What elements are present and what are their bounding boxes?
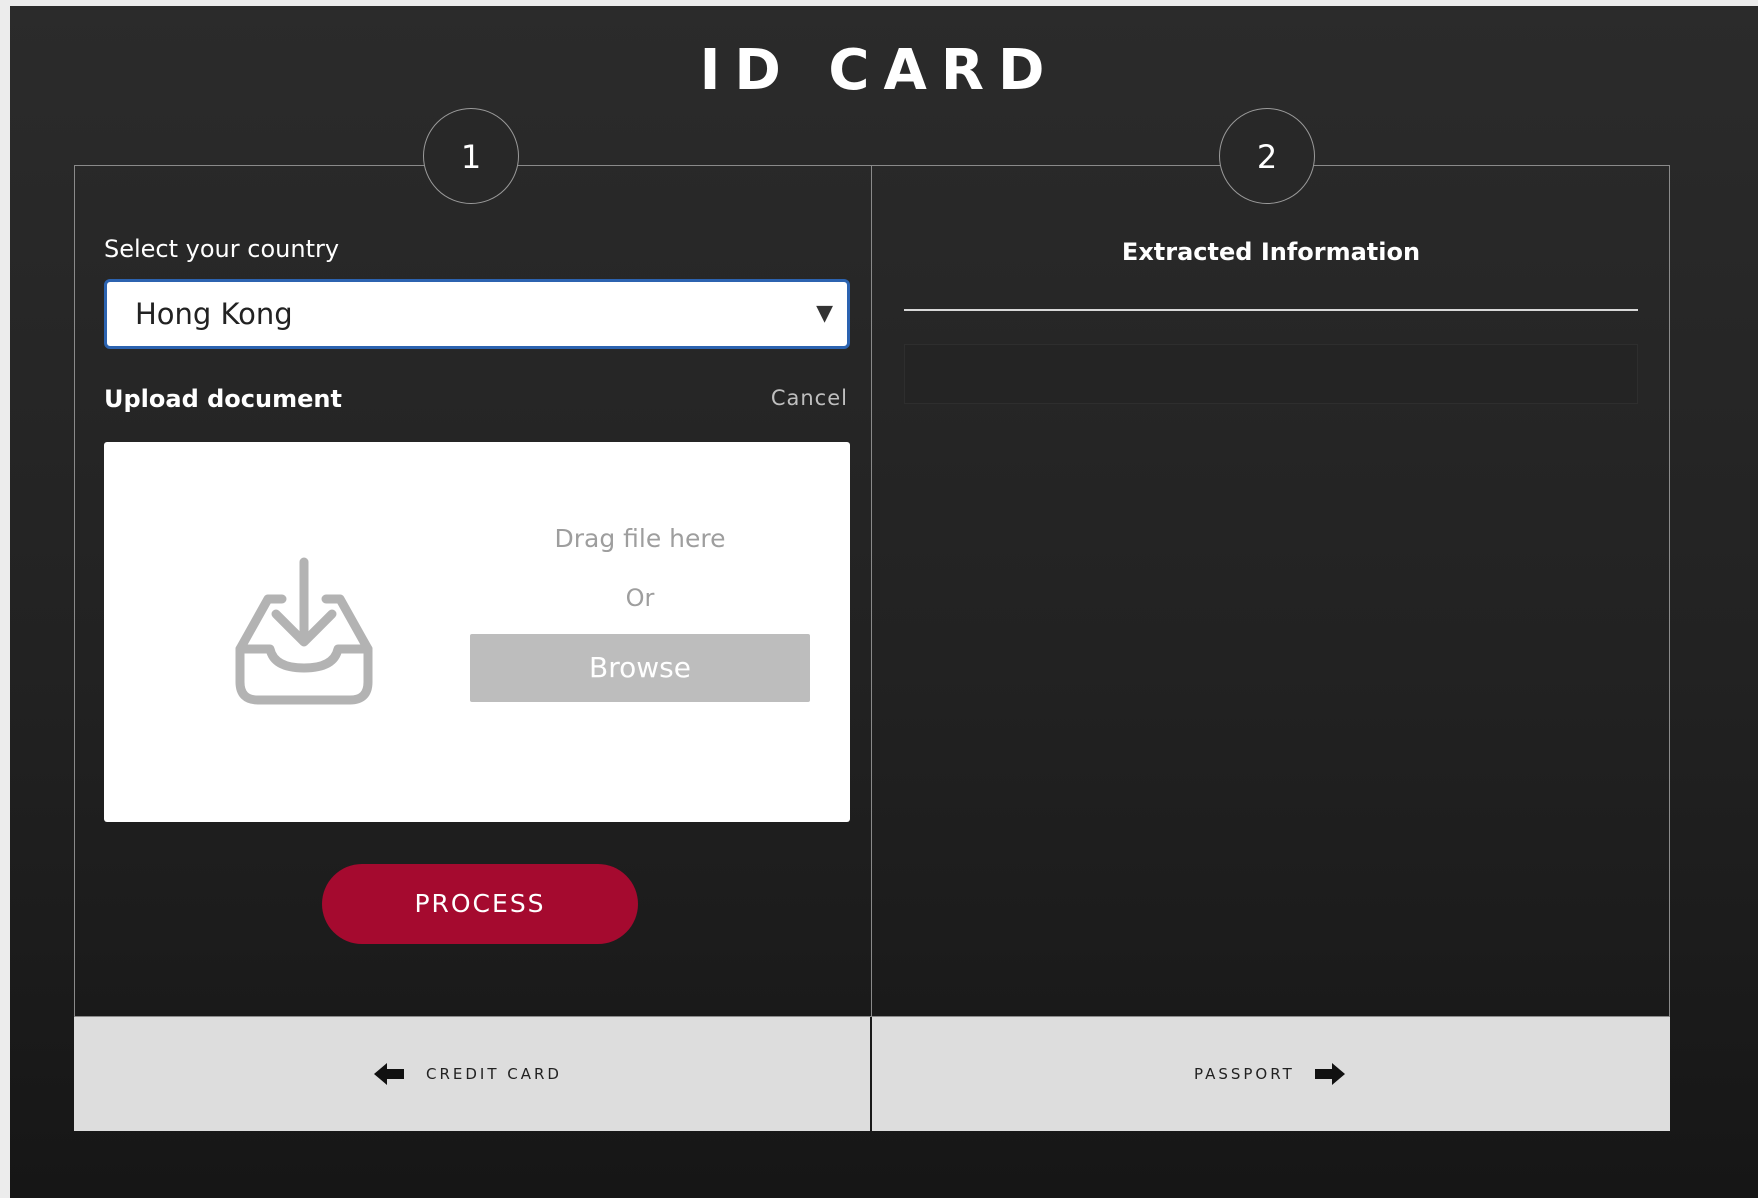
cancel-button[interactable]: Cancel (720, 383, 848, 413)
extracted-information-box (904, 344, 1638, 404)
process-button[interactable]: PROCESS (322, 864, 638, 944)
step-1-badge: 1 (423, 108, 519, 204)
browse-button[interactable]: Browse (470, 634, 810, 702)
extracted-divider (904, 309, 1638, 311)
country-select[interactable]: Hong Kong ▼ (104, 279, 850, 349)
drag-file-text: Drag file here (554, 524, 726, 553)
arrow-left-icon (374, 1063, 404, 1085)
or-text: Or (625, 584, 655, 612)
next-label: PASSPORT (1194, 1065, 1295, 1083)
file-drop-zone[interactable]: Drag file here Or Browse (104, 442, 850, 822)
next-passport-button[interactable]: PASSPORT (872, 1017, 1670, 1131)
chevron-down-icon: ▼ (816, 301, 833, 326)
step-2-panel (872, 165, 1670, 1017)
inbox-download-icon (235, 557, 373, 705)
country-select-value: Hong Kong (135, 297, 293, 331)
arrow-right-icon (1314, 1063, 1345, 1085)
prev-label: CREDIT CARD (426, 1065, 562, 1083)
extracted-information-title: Extracted Information (1121, 238, 1421, 266)
upload-document-label: Upload document (104, 385, 342, 413)
country-label: Select your country (104, 235, 340, 263)
step-2-badge: 2 (1219, 108, 1315, 204)
prev-credit-card-button[interactable]: CREDIT CARD (74, 1017, 870, 1131)
page-title: ID CARD (699, 38, 1059, 103)
